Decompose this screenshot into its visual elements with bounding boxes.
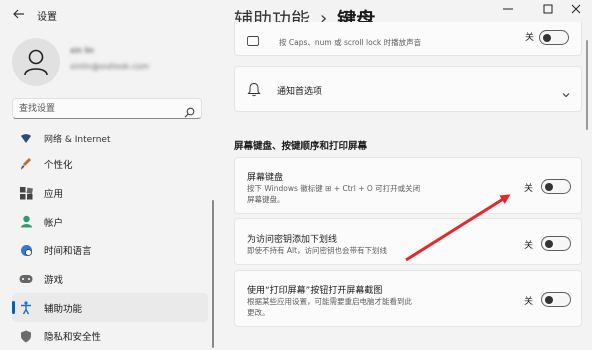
sidebar-item-gaming[interactable]: 游戏 bbox=[12, 265, 208, 294]
setting-desc: 屏幕键盘。 bbox=[247, 195, 285, 204]
toggle-state-label: 关 bbox=[524, 184, 534, 194]
gamepad-icon bbox=[18, 271, 34, 287]
accessibility-icon bbox=[18, 300, 34, 316]
person-icon bbox=[24, 49, 48, 76]
toggle-keys-card: 按 Caps、num 或 scroll lock 时播放声音 关 bbox=[234, 22, 582, 56]
toggle-knob bbox=[543, 33, 551, 42]
toggle-state-label: 关 bbox=[524, 297, 534, 307]
setting-desc: 即使不持有 Alt，访问密钥也会带有下划线 bbox=[247, 246, 388, 255]
keyboard-icon bbox=[245, 33, 261, 49]
sidebar-item-accounts[interactable]: 帐户 bbox=[12, 207, 208, 236]
notification-preferences-title: 通知首选项 bbox=[277, 87, 323, 97]
sidebar-item-apps[interactable]: 应用 bbox=[12, 179, 208, 208]
section-heading: 屏幕键盘、按键顺序和打印屏幕 bbox=[234, 141, 368, 152]
setting-title: 为访问密钥添加下划线 bbox=[247, 235, 338, 245]
sidebar-item-label: 时间和语言 bbox=[44, 246, 92, 258]
setting-desc: 按下 Windows 徽标键 ⊞ + Ctrl + O 可打开或关闭 bbox=[247, 184, 421, 193]
network-icon bbox=[18, 130, 34, 146]
back-arrow-icon[interactable] bbox=[10, 5, 28, 23]
search-icon[interactable] bbox=[184, 103, 195, 118]
sidebar-nav: 网络 & Internet 个性化 应用 帐户 时间和语言 游戏 辅助功能 隐私… bbox=[12, 126, 208, 350]
user-profile[interactable]: xin lin xinlin@outlook.com bbox=[12, 38, 212, 88]
underline-access-keys-card: 为访问密钥添加下划线 即使不持有 Alt，访问密钥也会带有下划线 关 bbox=[234, 218, 582, 265]
user-email: xinlin@outlook.com bbox=[70, 62, 149, 71]
toggle-state-label: 关 bbox=[524, 241, 534, 251]
sidebar-item-label: 应用 bbox=[44, 189, 64, 201]
sidebar-item-accessibility[interactable]: 辅助功能 bbox=[12, 293, 208, 323]
on-screen-keyboard-card: 屏幕键盘 按下 Windows 徽标键 ⊞ + Ctrl + O 可打开或关闭 … bbox=[234, 157, 582, 214]
close-icon[interactable] bbox=[560, 0, 592, 18]
sidebar-item-time-language[interactable]: 时间和语言 bbox=[12, 236, 208, 265]
shield-icon bbox=[18, 328, 34, 344]
setting-desc: 更改。 bbox=[247, 308, 270, 317]
toggle-keys-switch[interactable] bbox=[539, 30, 569, 45]
print-screen-toggle[interactable] bbox=[541, 292, 571, 307]
search-box[interactable] bbox=[12, 98, 202, 119]
underline-access-keys-toggle[interactable] bbox=[541, 236, 571, 251]
notification-preferences-card[interactable]: 通知首选项 bbox=[234, 66, 582, 112]
account-icon bbox=[18, 214, 34, 230]
sidebar-item-network[interactable]: 网络 & Internet bbox=[12, 126, 208, 150]
setting-title: 屏幕键盘 bbox=[247, 173, 284, 183]
globe-clock-icon bbox=[18, 242, 34, 258]
apps-icon bbox=[18, 185, 34, 201]
user-name: xin lin bbox=[70, 46, 95, 55]
sidebar-item-label: 辅助功能 bbox=[44, 303, 83, 315]
sidebar-item-label: 游戏 bbox=[44, 275, 64, 287]
toggle-keys-desc: 按 Caps、num 或 scroll lock 时播放声音 bbox=[279, 38, 422, 47]
toggle-state-label: 关 bbox=[525, 33, 535, 43]
brush-icon bbox=[18, 156, 34, 172]
sidebar-item-label: 个性化 bbox=[44, 160, 73, 172]
sidebar-item-label: 网络 & Internet bbox=[44, 134, 111, 145]
sidebar-item-personalization[interactable]: 个性化 bbox=[12, 150, 208, 179]
bell-icon bbox=[247, 82, 261, 101]
sidebar-item-privacy[interactable]: 隐私和安全性 bbox=[12, 322, 208, 350]
sidebar-scrollbar[interactable] bbox=[212, 200, 214, 348]
main-scrollbar[interactable] bbox=[586, 40, 588, 130]
toggle-knob bbox=[545, 295, 553, 304]
toggle-knob bbox=[545, 182, 553, 191]
active-indicator bbox=[12, 301, 15, 315]
print-screen-card: 使用“打印屏幕”按钮打开屏幕截图 根据某些应用设置，可能需要重启电脑才能看到此 … bbox=[234, 270, 582, 327]
app-title: 设置 bbox=[37, 12, 57, 23]
chevron-down-icon[interactable] bbox=[561, 85, 571, 98]
sidebar-item-label: 帐户 bbox=[44, 217, 64, 229]
minimize-icon[interactable] bbox=[492, 0, 524, 18]
toggle-knob bbox=[545, 239, 553, 248]
setting-desc: 根据某些应用设置，可能需要重启电脑才能看到此 bbox=[247, 297, 412, 306]
sidebar-item-label: 隐私和安全性 bbox=[44, 332, 102, 344]
avatar bbox=[12, 38, 60, 86]
search-input[interactable] bbox=[13, 99, 179, 118]
setting-title: 使用“打印屏幕”按钮打开屏幕截图 bbox=[247, 286, 383, 296]
on-screen-keyboard-toggle[interactable] bbox=[541, 179, 571, 194]
